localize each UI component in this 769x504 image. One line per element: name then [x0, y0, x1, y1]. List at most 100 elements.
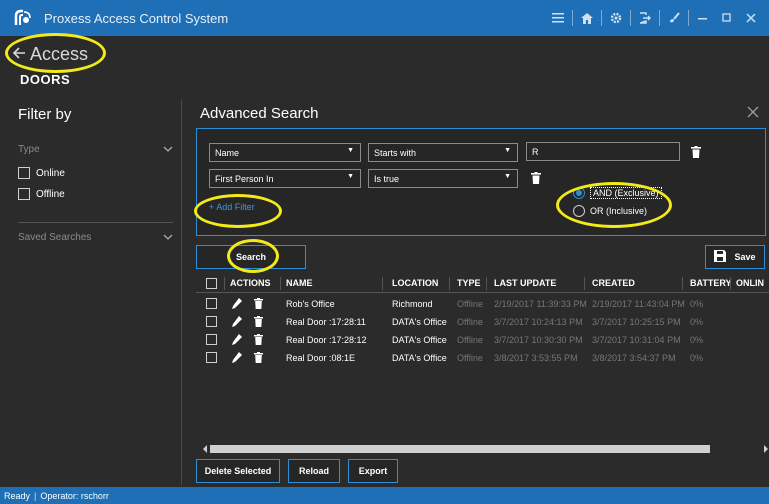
field-select-1[interactable]: Name ▼: [209, 143, 361, 162]
floppy-disk-icon: [714, 250, 727, 264]
select-all-checkbox[interactable]: [206, 278, 217, 289]
search-button[interactable]: Search: [196, 245, 306, 269]
table-cell-type: Offline: [457, 317, 483, 327]
scroll-right-icon[interactable]: [763, 444, 769, 454]
maximize-icon[interactable]: [715, 0, 739, 36]
edit-pencil-icon[interactable]: [232, 334, 242, 345]
row-checkbox[interactable]: [206, 316, 217, 327]
filter-value-input-1[interactable]: R: [526, 142, 680, 161]
saved-searches-label: Saved Searches: [18, 232, 92, 243]
app-logo-icon: [10, 5, 36, 31]
logic-or-radio[interactable]: OR (Inclusive): [573, 205, 647, 217]
row-checkbox[interactable]: [206, 334, 217, 345]
delete-selected-button[interactable]: Delete Selected: [196, 459, 280, 483]
page-title: DOORS: [20, 72, 71, 87]
trash-icon[interactable]: [254, 352, 263, 363]
menu-icon[interactable]: [546, 0, 570, 36]
table-cell-name: Real Door :17:28:12: [286, 335, 367, 345]
table-cell-last-update: 3/7/2017 10:30:30 PM: [494, 335, 583, 345]
export-label: Export: [358, 466, 388, 476]
horizontal-scrollbar[interactable]: [202, 444, 769, 454]
logic-and-radio[interactable]: AND (Exclusive): [573, 187, 662, 199]
divider: [18, 222, 173, 223]
checkbox[interactable]: [18, 188, 30, 200]
reload-button[interactable]: Reload: [288, 459, 340, 483]
table-cell-type: Offline: [457, 353, 483, 363]
table-row[interactable]: Rob's Office Richmond Offline 2/19/2017 11:…: [196, 295, 769, 313]
field-select-2[interactable]: First Person In ▼: [209, 169, 361, 188]
status-separator: |: [34, 490, 37, 501]
close-icon[interactable]: [739, 0, 763, 36]
trash-icon[interactable]: [254, 316, 263, 327]
table-cell-type: Offline: [457, 335, 483, 345]
column-header[interactable]: TYPE: [457, 278, 481, 288]
edit-pencil-icon[interactable]: [232, 316, 242, 327]
table-cell-type: Offline: [457, 299, 483, 309]
column-header[interactable]: ACTIONS: [230, 278, 271, 288]
filter-online-checkbox[interactable]: Online: [18, 167, 65, 179]
edit-pencil-icon[interactable]: [232, 298, 242, 309]
home-icon[interactable]: [575, 0, 599, 36]
operator-select-value: Is true: [374, 173, 400, 184]
brush-icon[interactable]: [662, 0, 686, 36]
column-header[interactable]: CREATED: [592, 278, 635, 288]
caret-down-icon: ▼: [347, 147, 354, 154]
trash-icon[interactable]: [254, 298, 263, 309]
saved-searches-header[interactable]: Saved Searches: [18, 232, 173, 243]
operator-select-value: Starts with: [374, 147, 417, 158]
filter-criteria-box: Name ▼ Starts with ▼ R First Person In ▼…: [196, 128, 766, 236]
scroll-left-icon[interactable]: [202, 444, 208, 454]
app-title: Proxess Access Control System: [44, 10, 229, 26]
column-header[interactable]: LOCATION: [392, 278, 438, 288]
sidebar-title: Filter by: [18, 106, 72, 123]
close-panel-icon[interactable]: [747, 102, 759, 123]
logic-and-label: AND (Exclusive): [590, 187, 662, 199]
column-header[interactable]: ONLIN: [736, 278, 764, 288]
status-operator: Operator: rschorr: [40, 490, 109, 501]
trash-icon[interactable]: [254, 334, 263, 345]
gear-icon[interactable]: [604, 0, 628, 36]
table-cell-location: Richmond: [392, 299, 433, 309]
table-row[interactable]: Real Door :08:1E DATA's Office Offline 3/8/…: [196, 349, 769, 367]
trash-icon[interactable]: [691, 145, 701, 158]
radio-unselected[interactable]: [573, 205, 585, 217]
table-row[interactable]: Real Door :17:28:11 DATA's Office Offline 3…: [196, 313, 769, 331]
back-button[interactable]: Access: [12, 44, 88, 65]
caret-down-icon: ▼: [504, 147, 511, 154]
radio-selected[interactable]: [573, 187, 585, 199]
type-section-header[interactable]: Type: [18, 144, 173, 155]
type-label: Type: [18, 144, 40, 155]
row-checkbox[interactable]: [206, 298, 217, 309]
minimize-icon[interactable]: [691, 0, 715, 36]
table-row[interactable]: Real Door :17:28:12 DATA's Office Offline 3…: [196, 331, 769, 349]
row-checkbox[interactable]: [206, 352, 217, 363]
operator-select-1[interactable]: Starts with ▼: [368, 143, 518, 162]
status-ready: Ready: [4, 490, 31, 501]
checkbox[interactable]: [18, 167, 30, 179]
edit-pencil-icon[interactable]: [232, 352, 242, 363]
table-header: ACTIONS NAME LOCATION TYPE LAST UPDATE C…: [196, 275, 769, 293]
table-cell-created: 3/7/2017 10:25:15 PM: [592, 317, 681, 327]
operator-select-2[interactable]: Is true ▼: [368, 169, 518, 188]
reload-label: Reload: [298, 466, 329, 476]
status-bar: Ready | Operator: rschorr: [0, 487, 769, 504]
filter-offline-checkbox[interactable]: Offline: [18, 188, 65, 200]
scrollbar-thumb[interactable]: [210, 445, 710, 453]
column-header[interactable]: LAST UPDATE: [494, 278, 556, 288]
column-header[interactable]: NAME: [286, 278, 313, 288]
export-button[interactable]: Export: [348, 459, 398, 483]
caret-down-icon: ▼: [347, 173, 354, 180]
table-cell-battery: 0%: [690, 353, 704, 363]
trash-icon[interactable]: [531, 171, 541, 184]
logic-or-label: OR (Inclusive): [590, 206, 648, 216]
save-button[interactable]: Save: [705, 245, 765, 269]
save-button-label: Save: [734, 252, 756, 262]
column-header[interactable]: BATTERY: [690, 278, 732, 288]
add-filter-link[interactable]: + Add Filter: [209, 202, 255, 212]
filter-sidebar: Filter by Type Online Offline Saved Sear…: [0, 92, 180, 487]
caret-down-icon: ▼: [504, 173, 511, 180]
logout-icon[interactable]: [633, 0, 657, 36]
table-cell-name: Rob's Office: [286, 299, 335, 309]
table-cell-last-update: 3/8/2017 3:53:55 PM: [494, 353, 578, 363]
filter-offline-label: Offline: [36, 188, 65, 200]
